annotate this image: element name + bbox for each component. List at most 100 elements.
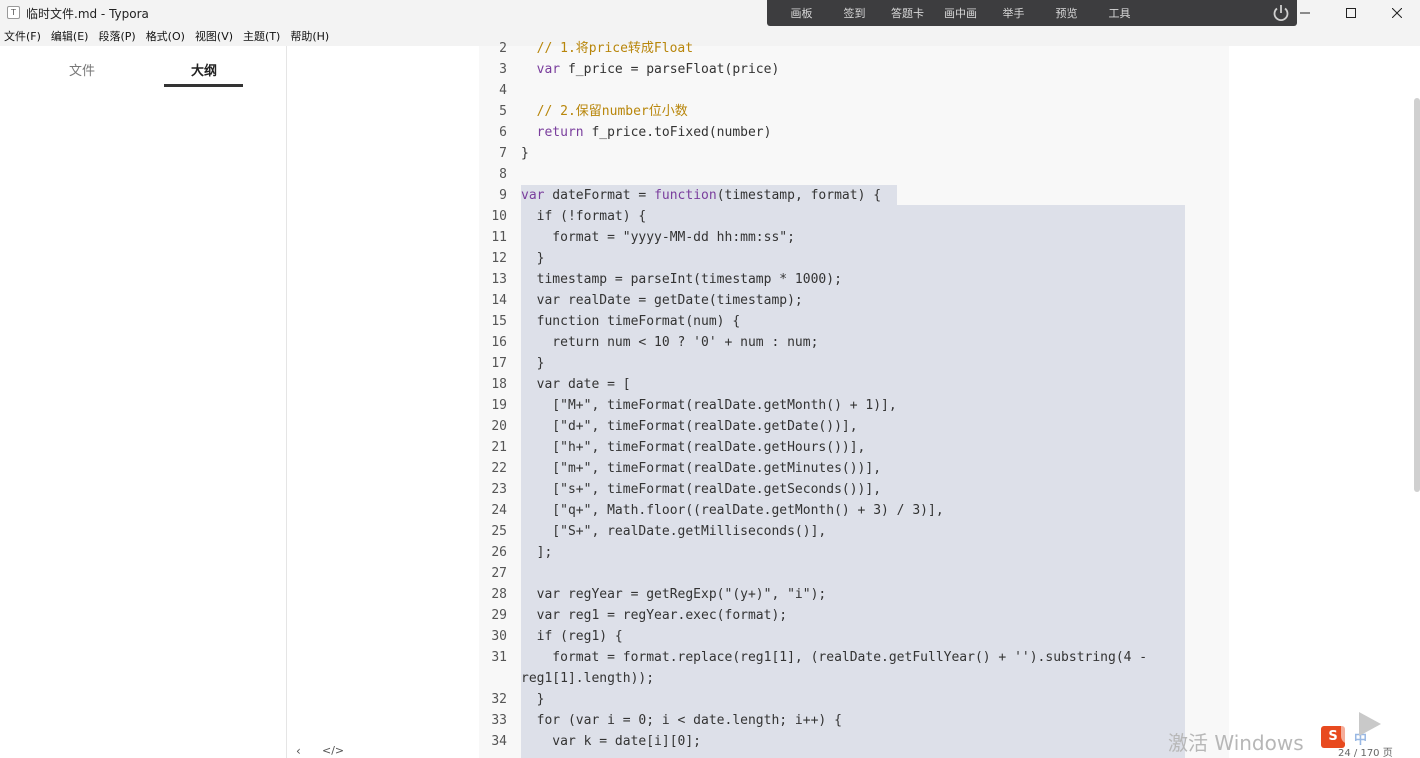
power-icon[interactable] — [1271, 3, 1291, 23]
tab-files[interactable]: 文件 — [69, 60, 95, 79]
code-text: var realDate = getDate(timestamp); — [521, 293, 803, 308]
code-line[interactable]: 10 if (!format) { — [479, 206, 1229, 227]
line-number: 34 — [491, 734, 507, 749]
meeting-pip-button[interactable]: 画中画 — [934, 5, 987, 21]
code-text: if (!format) { — [521, 209, 647, 224]
source-code-mode-icon[interactable]: </> — [322, 744, 344, 757]
code-line[interactable]: 29 var reg1 = regYear.exec(format); — [479, 605, 1229, 626]
line-number: 9 — [499, 188, 507, 203]
code-line[interactable]: 17 } — [479, 353, 1229, 374]
close-button[interactable] — [1374, 0, 1420, 26]
code-line[interactable]: 27 — [479, 563, 1229, 584]
code-line[interactable]: 24 ["q+", Math.floor((realDate.getMonth(… — [479, 500, 1229, 521]
code-text: var dateFormat = function(timestamp, for… — [521, 188, 882, 203]
code-line[interactable]: 32 } — [479, 689, 1229, 710]
meeting-answer-card-button[interactable]: 答题卡 — [881, 5, 934, 21]
menu-file[interactable]: 文件(F) — [4, 28, 41, 44]
tab-outline[interactable]: 大纲 — [191, 60, 217, 79]
code-text: timestamp = parseInt(timestamp * 1000); — [521, 272, 842, 287]
code-line[interactable]: 21 ["h+", timeFormat(realDate.getHours()… — [479, 437, 1229, 458]
code-line[interactable]: 20 ["d+", timeFormat(realDate.getDate())… — [479, 416, 1229, 437]
code-text: // 1.将price转成Float — [536, 41, 694, 56]
line-number: 12 — [491, 251, 507, 266]
meeting-raise-hand-button[interactable]: 举手 — [987, 5, 1040, 21]
menu-paragraph[interactable]: 段落(P) — [98, 28, 135, 44]
code-line[interactable]: 14 var realDate = getDate(timestamp); — [479, 290, 1229, 311]
vertical-scrollbar-thumb[interactable] — [1414, 98, 1420, 492]
code-line[interactable]: 31 format = format.replace(reg1[1], (rea… — [479, 647, 1229, 668]
code-text: ["s+", timeFormat(realDate.getSeconds())… — [521, 482, 882, 497]
code-line[interactable]: 6 return f_price.toFixed(number) — [479, 122, 1229, 143]
code-text: ["m+", timeFormat(realDate.getMinutes())… — [521, 461, 882, 476]
code-line[interactable]: 19 ["M+", timeFormat(realDate.getMonth()… — [479, 395, 1229, 416]
line-number: 30 — [491, 629, 507, 644]
code-text: for (var i = 0; i < date.length; i++) { — [521, 713, 842, 728]
code-line[interactable]: 3 var f_price = parseFloat(price) — [479, 59, 1229, 80]
code-line[interactable]: 26 ]; — [479, 542, 1229, 563]
line-number: 8 — [499, 167, 507, 182]
code-line[interactable]: 22 ["m+", timeFormat(realDate.getMinutes… — [479, 458, 1229, 479]
code-text: ]; — [521, 545, 553, 560]
code-line[interactable]: 12 } — [479, 248, 1229, 269]
code-line[interactable]: 5 // 2.保留number位小数 — [479, 101, 1229, 122]
code-line[interactable]: 23 ["s+", timeFormat(realDate.getSeconds… — [479, 479, 1229, 500]
code-line[interactable]: 15 function timeFormat(num) { — [479, 311, 1229, 332]
line-number: 11 — [491, 230, 507, 245]
code-text: format = format.replace(reg1[1], (realDa… — [521, 650, 1148, 665]
menu-view[interactable]: 视图(V) — [195, 28, 233, 44]
active-tab-indicator — [164, 84, 243, 87]
code-line[interactable]: 25 ["S+", realDate.getMilliseconds()], — [479, 521, 1229, 542]
line-number: 14 — [491, 293, 507, 308]
play-icon[interactable] — [1337, 700, 1397, 748]
code-text: var date = [ — [521, 377, 631, 392]
code-line[interactable]: 2 // 1.将price转成Float — [479, 38, 1229, 59]
code-line[interactable]: 18 var date = [ — [479, 374, 1229, 395]
meeting-toolbar: 画板 签到 答题卡 画中画 举手 预览 工具 — [767, 0, 1297, 26]
line-number: 18 — [491, 377, 507, 392]
line-number: 10 — [491, 209, 507, 224]
line-number: 31 — [491, 650, 507, 665]
meeting-tools-button[interactable]: 工具 — [1093, 5, 1146, 21]
code-text: var regYear = getRegExp("(y+)", "i"); — [521, 587, 827, 602]
line-number: 27 — [491, 566, 507, 581]
code-line[interactable]: 13 timestamp = parseInt(timestamp * 1000… — [479, 269, 1229, 290]
code-text: return num < 10 ? '0' + num : num; — [521, 335, 819, 350]
line-number: 32 — [491, 692, 507, 707]
code-text: ["S+", realDate.getMilliseconds()], — [521, 524, 827, 539]
menu-help[interactable]: 帮助(H) — [290, 28, 329, 44]
code-text: function timeFormat(num) { — [521, 314, 741, 329]
meeting-preview-button[interactable]: 预览 — [1040, 5, 1093, 21]
code-line[interactable]: 4 — [479, 80, 1229, 101]
meeting-signin-button[interactable]: 签到 — [828, 5, 881, 21]
sidebar: 文件 大纲 — [0, 46, 287, 758]
line-number: 7 — [499, 146, 507, 161]
menu-edit[interactable]: 编辑(E) — [51, 28, 89, 44]
code-text: } — [521, 356, 545, 371]
code-line[interactable]: 7} — [479, 143, 1229, 164]
code-line[interactable]: 34 var k = date[i][0]; — [479, 731, 1229, 752]
meeting-whiteboard-button[interactable]: 画板 — [775, 5, 828, 21]
code-line[interactable]: 28 var regYear = getRegExp("(y+)", "i"); — [479, 584, 1229, 605]
code-text: } — [521, 251, 545, 266]
maximize-button[interactable] — [1328, 0, 1374, 26]
menu-format[interactable]: 格式(O) — [146, 28, 185, 44]
line-number: 4 — [499, 83, 507, 98]
activate-windows-watermark: 激活 Windows — [1168, 731, 1304, 755]
code-line[interactable]: reg1[1].length)); — [479, 668, 1229, 689]
line-number: 29 — [491, 608, 507, 623]
code-line[interactable]: 9 var dateFormat = function(timestamp, fo… — [479, 185, 1229, 206]
line-number: 5 — [499, 104, 507, 119]
code-line[interactable]: 16 return num < 10 ? '0' + num : num; — [479, 332, 1229, 353]
code-text: return f_price.toFixed(number) — [536, 125, 772, 140]
code-line[interactable]: 8 — [479, 164, 1229, 185]
code-line[interactable]: 11 format = "yyyy-MM-dd hh:mm:ss"; — [479, 227, 1229, 248]
close-icon — [1392, 8, 1402, 18]
menu-theme[interactable]: 主题(T) — [243, 28, 280, 44]
line-number: 20 — [491, 419, 507, 434]
code-text: if (reg1) { — [521, 629, 623, 644]
code-line[interactable]: 33 for (var i = 0; i < date.length; i++)… — [479, 710, 1229, 731]
code-text: reg1[1].length)); — [521, 671, 655, 686]
code-line[interactable]: 30 if (reg1) { — [479, 626, 1229, 647]
collapse-sidebar-icon[interactable]: ‹ — [296, 744, 301, 758]
line-number: 19 — [491, 398, 507, 413]
